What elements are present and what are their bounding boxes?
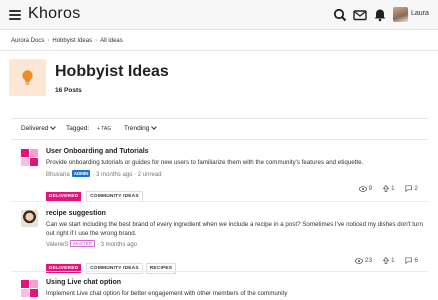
top-navigation-bar: Khoros Laura: [0, 0, 438, 30]
kudos-count: 1: [390, 257, 395, 265]
sort-label: Trending: [124, 125, 150, 132]
mail-icon[interactable]: [353, 8, 367, 22]
divider: [11, 139, 428, 140]
notification-bell-icon[interactable]: [373, 8, 387, 22]
author-avatar[interactable]: [21, 210, 38, 227]
idea-title[interactable]: User Onboarding and Tutorials: [46, 148, 149, 155]
status-filter-dropdown[interactable]: Delivered: [21, 124, 57, 132]
board-icon: [9, 59, 46, 96]
idea-stats: 23 1 6: [346, 256, 418, 265]
add-tag-button[interactable]: + TAG: [97, 126, 111, 132]
breadcrumb-separator: ›: [47, 38, 50, 44]
breadcrumb-item-all-ideas: All ideas: [100, 38, 123, 44]
breadcrumb-item-aurora-docs[interactable]: Aurora Docs: [11, 38, 44, 44]
idea-stats: 9 1 2: [350, 184, 418, 193]
idea-excerpt: Implement Live chat option for better en…: [46, 290, 288, 297]
status-badge: DELIVERED: [46, 192, 82, 201]
page-title: Hobbyist Ideas: [55, 63, 169, 80]
idea-thumbnail: [21, 149, 38, 166]
post-time: · 3 months ago: [97, 242, 138, 248]
role-badge: MASTER: [70, 240, 95, 247]
views-count: 9: [368, 185, 373, 193]
eye-icon: [354, 257, 363, 264]
divider: [11, 271, 428, 272]
idea-meta: ValerieS MASTER · 3 months ago: [46, 240, 138, 248]
tagged-label: Tagged:: [66, 125, 90, 132]
replies-count: 2: [414, 185, 418, 193]
eye-icon: [358, 185, 367, 192]
post-count: 16 Posts: [55, 87, 82, 94]
lightbulb-icon: [22, 70, 33, 85]
kudos-arrow-icon: [382, 184, 390, 192]
search-icon[interactable]: [333, 8, 347, 22]
breadcrumb-separator: ›: [95, 38, 98, 44]
kudos-stat[interactable]: 1: [382, 256, 395, 265]
replies-stat: 2: [405, 185, 418, 192]
divider: [11, 201, 428, 202]
idea-excerpt: Provide onboarding tutorials or guides f…: [46, 159, 364, 166]
hamburger-menu-icon[interactable]: [9, 10, 21, 20]
kudos-arrow-icon: [382, 256, 390, 264]
kudos-stat[interactable]: 1: [382, 184, 395, 193]
idea-title[interactable]: Using Live chat option: [46, 279, 121, 286]
divider: [0, 50, 438, 51]
comment-icon: [405, 185, 413, 193]
views-stat: 9: [358, 185, 373, 193]
tag-chip[interactable]: COMMUNITY IDEAS: [86, 263, 143, 274]
idea-meta: Bhuvana ADMIN · 3 months ago · 2 unread: [46, 170, 162, 178]
role-badge: ADMIN: [71, 170, 91, 177]
idea-thumbnail: [21, 280, 38, 297]
breadcrumb-item-hobbyist-ideas[interactable]: Hobbyist Ideas: [52, 38, 92, 44]
chevron-down-icon: [50, 124, 57, 130]
author-name[interactable]: ValerieS: [46, 242, 68, 248]
user-name[interactable]: Laura: [411, 10, 429, 17]
views-stat: 23: [354, 257, 373, 265]
tag-chip[interactable]: RECIPES: [145, 263, 177, 274]
sort-dropdown[interactable]: Trending: [124, 124, 158, 132]
breadcrumb: Aurora Docs › Hobbyist Ideas › All ideas: [11, 38, 123, 44]
post-time: · 3 months ago · 2 unread: [92, 172, 162, 178]
author-name[interactable]: Bhuvana: [46, 172, 70, 178]
divider: [11, 118, 428, 119]
replies-stat: 6: [405, 257, 418, 264]
tiles-icon: [21, 149, 38, 166]
kudos-count: 1: [390, 185, 395, 193]
chevron-down-icon: [151, 124, 158, 130]
idea-title[interactable]: recipe suggestion: [46, 210, 106, 217]
comment-icon: [405, 257, 413, 265]
status-filter-label: Delivered: [21, 125, 49, 132]
idea-tags: DELIVERED COMMUNITY IDEAS: [46, 184, 146, 202]
user-avatar[interactable]: [393, 7, 408, 22]
idea-excerpt: Can we start including the best brand of…: [46, 221, 423, 237]
tiles-icon: [21, 280, 38, 297]
replies-count: 6: [414, 257, 418, 265]
brand-logo[interactable]: Khoros: [28, 5, 81, 23]
views-count: 23: [364, 257, 373, 265]
